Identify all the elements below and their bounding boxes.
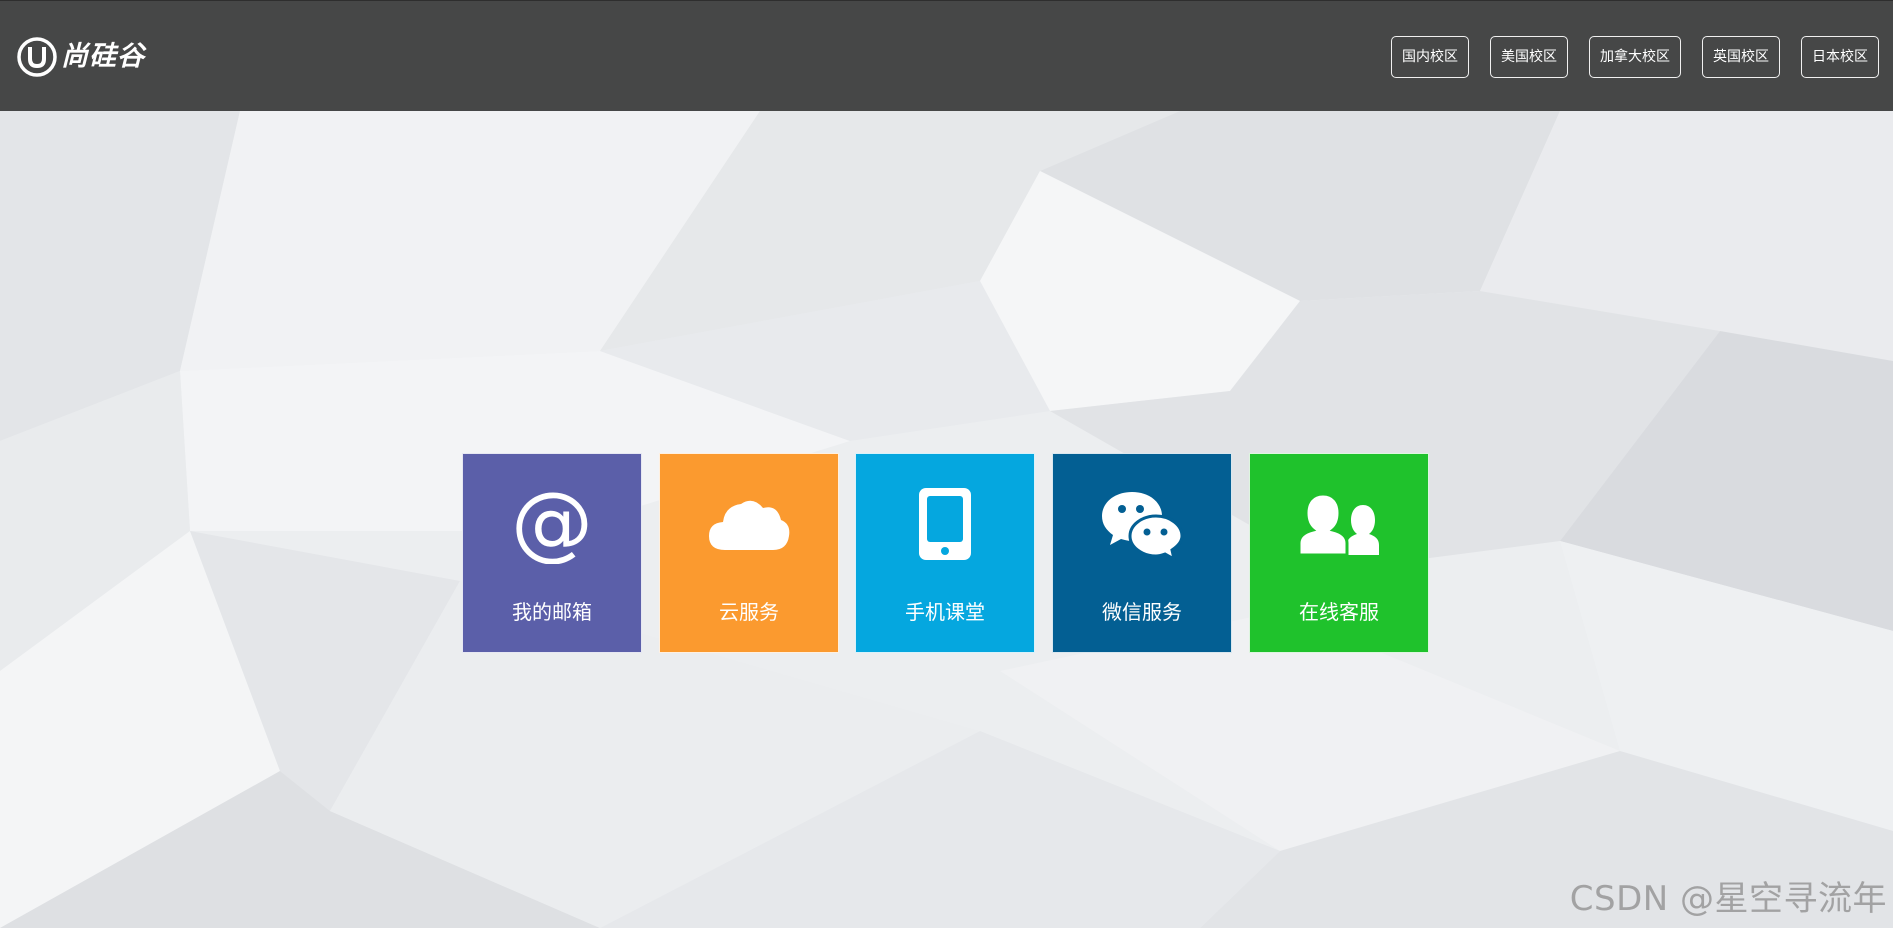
- tile-online-support[interactable]: 在线客服: [1249, 453, 1429, 653]
- svg-text:@: @: [512, 484, 592, 564]
- users-icon: [1293, 478, 1385, 570]
- campus-usa-button[interactable]: 美国校区: [1490, 36, 1568, 78]
- tile-label: 微信服务: [1102, 600, 1182, 624]
- top-navigation-bar: 尚硅谷 国内校区 美国校区 加拿大校区 英国校区 日本校区: [0, 0, 1893, 111]
- campus-japan-button[interactable]: 日本校区: [1801, 36, 1879, 78]
- mobile-phone-icon: [899, 478, 991, 570]
- tile-wechat-service[interactable]: 微信服务: [1052, 453, 1232, 653]
- wechat-icon: [1096, 478, 1188, 570]
- tile-my-mailbox[interactable]: @ 我的邮箱: [462, 453, 642, 653]
- at-sign-icon: @: [506, 478, 598, 570]
- tile-label: 在线客服: [1299, 600, 1379, 624]
- watermark: CSDN @星空寻流年: [1569, 879, 1887, 919]
- campus-domestic-button[interactable]: 国内校区: [1391, 36, 1469, 78]
- tile-mobile-classroom[interactable]: 手机课堂: [855, 453, 1035, 653]
- campus-canada-button[interactable]: 加拿大校区: [1589, 36, 1681, 78]
- logo-text: 尚硅谷: [61, 41, 145, 72]
- tile-label: 手机课堂: [905, 600, 985, 624]
- logo-u-icon: [17, 37, 57, 77]
- tile-cloud-service[interactable]: 云服务: [659, 453, 839, 653]
- campus-uk-button[interactable]: 英国校区: [1702, 36, 1780, 78]
- tile-label: 云服务: [719, 600, 779, 624]
- cloud-icon: [703, 478, 795, 570]
- logo[interactable]: 尚硅谷: [17, 36, 145, 78]
- tile-label: 我的邮箱: [512, 600, 592, 624]
